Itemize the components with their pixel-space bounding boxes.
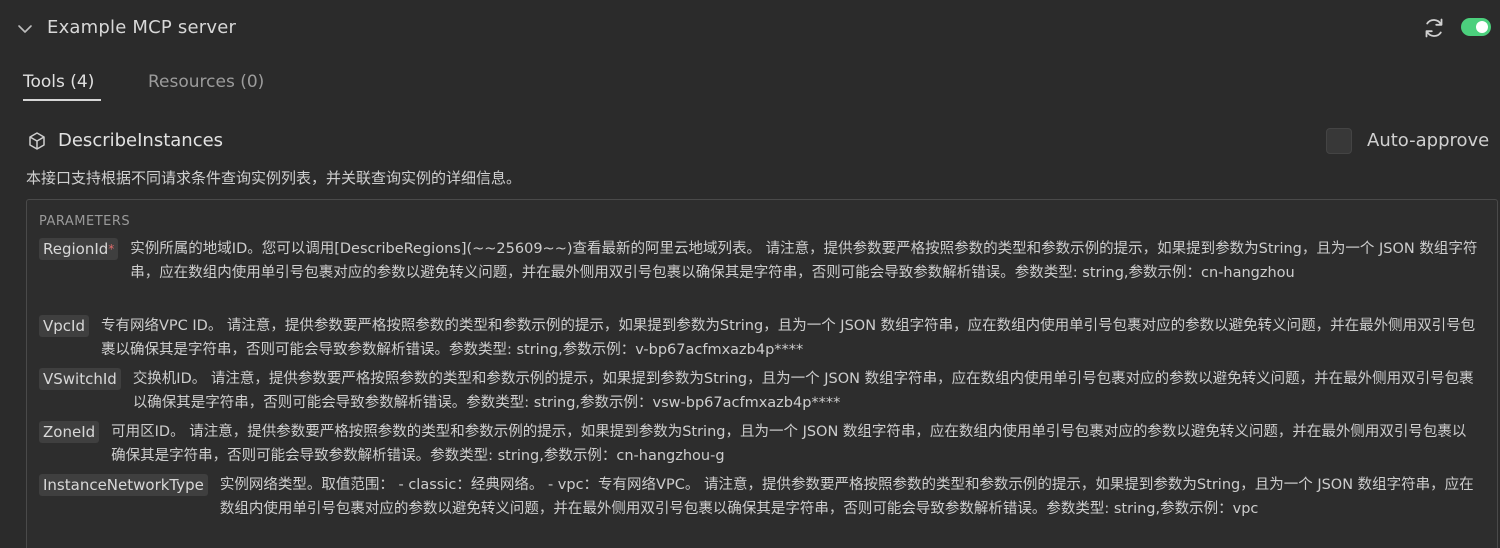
tab-tools[interactable]: Tools (4): [23, 72, 94, 92]
param-row-zoneid: ZoneId 可用区ID。 请注意，提供参数要严格按照参数的类型和参数示例的提示…: [39, 420, 1479, 468]
param-description: 实例所属的地域ID。您可以调用[DescribeRegions](~~25609…: [130, 241, 1478, 281]
auto-approve-label[interactable]: Auto-approve: [1367, 130, 1489, 151]
param-row-vpcid: VpcId 专有网络VPC ID。 请注意，提供参数要严格按照参数的类型和参数示…: [39, 314, 1479, 362]
param-name-badge: VpcId: [39, 315, 89, 337]
refresh-icon[interactable]: [1421, 15, 1447, 41]
tool-name: DescribeInstances: [58, 130, 224, 151]
param-row-vswitchid: VSwitchId 交换机ID。 请注意，提供参数要严格按照参数的类型和参数示例…: [39, 367, 1479, 415]
parameters-heading: PARAMETERS: [39, 214, 131, 229]
tool-description: 本接口支持根据不同请求条件查询实例列表，并关联查询实例的详细信息。: [26, 169, 522, 187]
tab-resources[interactable]: Resources (0): [148, 72, 264, 92]
auto-approve-checkbox[interactable]: [1326, 128, 1352, 154]
param-row-regionid: RegionId* 实例所属的地域ID。您可以调用[DescribeRegion…: [39, 237, 1479, 285]
param-name: RegionId: [43, 240, 109, 258]
parameters-panel: PARAMETERS RegionId* 实例所属的地域ID。您可以调用[Des…: [26, 199, 1498, 548]
server-header: Example MCP server: [0, 0, 1500, 58]
param-description: 交换机ID。 请注意，提供参数要严格按照参数的类型和参数示例的提示，如果提到参数…: [132, 371, 1474, 411]
chevron-down-icon[interactable]: [16, 20, 34, 38]
toggle-knob: [1476, 21, 1488, 33]
param-name-badge: ZoneId: [39, 421, 100, 443]
param-description: 专有网络VPC ID。 请注意，提供参数要严格按照参数的类型和参数示例的提示，如…: [100, 318, 1476, 358]
required-mark: *: [108, 242, 115, 256]
mcp-server-panel: Example MCP server Tools (4) Resources (…: [0, 0, 1500, 548]
cube-icon: [29, 132, 45, 150]
param-name-badge: RegionId*: [39, 238, 119, 260]
param-description: 实例网络类型。取值范围： - classic：经典网络。 - vpc：专有网络V…: [219, 477, 1474, 517]
param-name-badge: VSwitchId: [39, 368, 121, 390]
server-name: Example MCP server: [47, 17, 237, 38]
server-enabled-toggle[interactable]: [1461, 18, 1491, 36]
active-tab-indicator: [23, 99, 101, 101]
param-row-instancenetworktype: InstanceNetworkType 实例网络类型。取值范围： - class…: [39, 473, 1479, 521]
param-description: 可用区ID。 请注意，提供参数要严格按照参数的类型和参数示例的提示，如果提到参数…: [111, 424, 1467, 464]
param-name-badge: InstanceNetworkType: [39, 474, 208, 496]
